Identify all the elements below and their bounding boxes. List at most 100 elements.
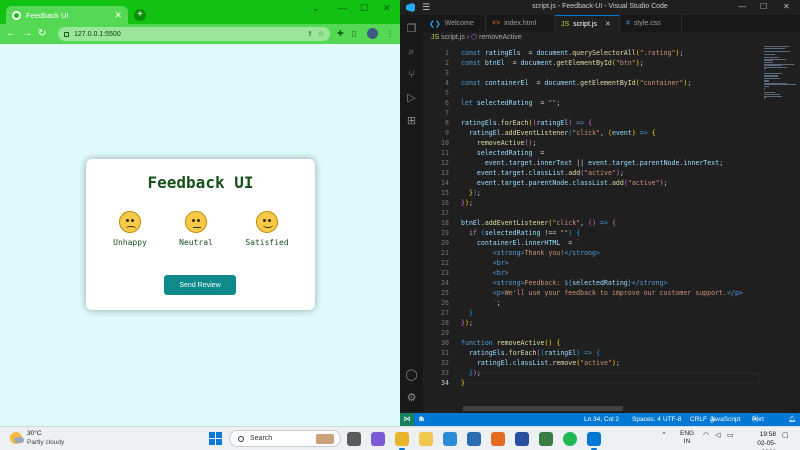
- close-window-icon[interactable]: ✕: [783, 2, 790, 11]
- url-text[interactable]: 127.0.0.1:5500: [74, 31, 302, 38]
- extensions-icon[interactable]: ⊞: [405, 115, 418, 128]
- app-icon[interactable]: [539, 432, 553, 446]
- notification-icon[interactable]: ▢: [782, 431, 789, 439]
- breadcrumb-symbol[interactable]: removeActive: [479, 34, 521, 41]
- firefox-icon[interactable]: [491, 432, 505, 446]
- address-bar[interactable]: 127.0.0.1:5500 ⇪ ☆: [58, 27, 330, 41]
- sad-face-emoji[interactable]: [119, 211, 141, 233]
- chrome-app-icon[interactable]: [395, 432, 409, 450]
- dropbox-icon[interactable]: [515, 432, 529, 446]
- code-line[interactable]: 23 <br>: [423, 268, 760, 278]
- code-line[interactable]: 15 });: [423, 188, 760, 198]
- chevron-down-icon[interactable]: ⌄: [312, 3, 320, 14]
- task-view-icon[interactable]: [347, 432, 361, 446]
- battery-icon[interactable]: ▭: [727, 431, 734, 439]
- code-line[interactable]: 30 function removeActive() {: [423, 338, 760, 348]
- vscode-app-icon[interactable]: [587, 432, 601, 450]
- notifications-bell-icon[interactable]: 🔔︎: [788, 413, 796, 426]
- input-language[interactable]: ENG IN: [680, 430, 694, 446]
- code-line[interactable]: 19 if (selectedRating !== "") {: [423, 228, 760, 238]
- code-line[interactable]: 14 event.target.parentNode.classList.add…: [423, 178, 760, 188]
- code-line[interactable]: 18 btnEl.addEventListener("click", () => …: [423, 218, 760, 228]
- extensions-icon[interactable]: ✚: [337, 29, 344, 38]
- edge-icon[interactable]: [443, 432, 457, 446]
- code-line[interactable]: 25 <p>We'll use your feedback to improve…: [423, 288, 760, 298]
- spotify-icon[interactable]: [563, 432, 577, 446]
- code-line[interactable]: 31 ratingEls.forEach((ratingEl) => {: [423, 348, 760, 358]
- teams-chat-icon[interactable]: [371, 432, 385, 446]
- side-panel-icon[interactable]: ▯: [352, 29, 356, 38]
- reload-icon[interactable]: ↻: [38, 28, 46, 40]
- encoding[interactable]: UTF-8: [663, 413, 681, 426]
- code-line[interactable]: 28});: [423, 318, 760, 328]
- more-menu-icon[interactable]: ⋮: [386, 29, 394, 38]
- wifi-icon[interactable]: ◠: [703, 431, 709, 439]
- smiling-face-emoji[interactable]: [256, 211, 278, 233]
- search-icon[interactable]: ⌕: [405, 46, 418, 59]
- code-line[interactable]: 10 removeActive();: [423, 138, 760, 148]
- code-line[interactable]: 1 const ratingEls = document.querySelecto…: [423, 48, 760, 58]
- close-tab-icon[interactable]: ✕: [114, 10, 122, 20]
- windows-start-icon[interactable]: [209, 432, 222, 445]
- settings-gear-icon[interactable]: ⚙: [405, 392, 418, 405]
- code-line[interactable]: 3: [423, 68, 760, 78]
- tab-index-html[interactable]: <> index.html: [486, 15, 555, 32]
- share-icon[interactable]: ⇪: [307, 30, 313, 38]
- minimap[interactable]: [760, 44, 800, 411]
- code-line[interactable]: 13 event.target.classList.add("active");: [423, 168, 760, 178]
- code-line[interactable]: 8 ratingEls.forEach((ratingEl) => {: [423, 118, 760, 128]
- forward-icon[interactable]: →: [22, 28, 32, 40]
- browser-tab[interactable]: Feedback UI ✕: [6, 6, 128, 24]
- code-line[interactable]: 33 });: [423, 368, 760, 378]
- new-tab-button[interactable]: +: [134, 9, 146, 21]
- run-debug-icon[interactable]: ▷: [405, 92, 418, 105]
- code-line[interactable]: 4 const containerEl = document.getElement…: [423, 78, 760, 88]
- code-line[interactable]: 21 <strong>Thank you!</strong>: [423, 248, 760, 258]
- code-line[interactable]: 6 let selectedRating = "";: [423, 98, 760, 108]
- close-window-icon[interactable]: ✕: [383, 3, 391, 14]
- minimize-icon[interactable]: —: [738, 2, 746, 11]
- code-line[interactable]: 32 ratingEl.classList.remove("active");: [423, 358, 760, 368]
- code-line[interactable]: 2 const btnEl = document.getElementById("…: [423, 58, 760, 68]
- source-control-icon[interactable]: ⑂: [405, 69, 418, 82]
- code-line[interactable]: 22 <br>: [423, 258, 760, 268]
- explorer-icon[interactable]: ❐: [405, 23, 418, 36]
- rating-satisfied[interactable]: Satisfied: [237, 211, 297, 247]
- info-icon[interactable]: [64, 31, 69, 37]
- code-line[interactable]: 27 }: [423, 308, 760, 318]
- send-review-button[interactable]: Send Review: [164, 275, 236, 295]
- code-line[interactable]: 12 event.target.innerText || event.targe…: [423, 158, 760, 168]
- system-clock[interactable]: 19:58 02-05-2023: [744, 430, 776, 450]
- back-icon[interactable]: ←: [6, 28, 16, 40]
- maximize-icon[interactable]: ☐: [360, 3, 368, 14]
- rating-neutral[interactable]: Neutral: [166, 211, 226, 247]
- code-line[interactable]: 11 selectedRating =: [423, 148, 760, 158]
- close-tab-icon[interactable]: ✕: [605, 20, 611, 28]
- tab-script-js[interactable]: JS script.js ✕: [555, 15, 620, 32]
- code-line[interactable]: 29: [423, 328, 760, 338]
- horizontal-scrollbar[interactable]: [463, 406, 623, 411]
- code-line[interactable]: 17: [423, 208, 760, 218]
- taskbar-search[interactable]: Search: [229, 430, 341, 447]
- tray-chevron-up-icon[interactable]: ⌃: [661, 431, 667, 439]
- profile-avatar[interactable]: [367, 28, 378, 39]
- bookmark-star-icon[interactable]: ☆: [318, 30, 324, 38]
- code-line[interactable]: 20 containerEl.innerHTML = `: [423, 238, 760, 248]
- code-line[interactable]: 5: [423, 88, 760, 98]
- code-line[interactable]: 26 `;: [423, 298, 760, 308]
- file-explorer-icon[interactable]: [419, 432, 433, 446]
- store-icon[interactable]: [467, 432, 481, 446]
- remote-icon[interactable]: ⋈: [400, 413, 414, 426]
- rating-unhappy[interactable]: Unhappy: [100, 211, 160, 247]
- volume-icon[interactable]: ◁: [715, 431, 720, 439]
- breadcrumb-file[interactable]: script.js: [441, 34, 465, 41]
- neutral-face-emoji[interactable]: [185, 211, 207, 233]
- code-line[interactable]: 34}: [423, 378, 760, 388]
- indentation[interactable]: Spaces: 4: [632, 413, 661, 426]
- tab-style-css[interactable]: # style.css: [620, 15, 682, 32]
- code-line[interactable]: 24 <strong>Feedback: ${selectedRating}</…: [423, 278, 760, 288]
- minimize-icon[interactable]: —: [338, 3, 347, 13]
- account-icon[interactable]: ◯: [405, 369, 418, 382]
- code-editor[interactable]: 1 const ratingEls = document.querySelecto…: [423, 44, 760, 411]
- cursor-position[interactable]: Ln 34, Col 2: [584, 413, 619, 426]
